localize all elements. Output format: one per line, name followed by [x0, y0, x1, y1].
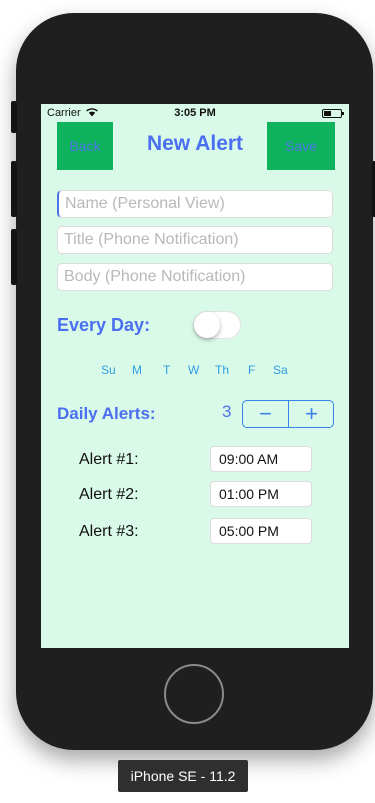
day-tuesday[interactable]: T	[163, 363, 170, 377]
save-button[interactable]: Save	[267, 122, 335, 170]
daily-alerts-label: Daily Alerts:	[57, 404, 156, 423]
battery-icon	[322, 109, 344, 118]
simulator-device-label: iPhone SE - 11.2	[118, 760, 248, 792]
alert-2-label: Alert #2:	[79, 486, 139, 503]
toggle-knob	[194, 312, 220, 338]
alert-1-label: Alert #1:	[79, 451, 139, 468]
every-day-label: Every Day:	[57, 315, 151, 335]
status-bar: Carrier 3:05 PM	[41, 104, 349, 124]
volume-down-button	[11, 229, 17, 285]
volume-up-button	[11, 161, 17, 217]
day-thursday[interactable]: Th	[215, 363, 229, 377]
status-time: 3:05 PM	[174, 107, 216, 119]
alert-3-time-field[interactable]: 05:00 PM	[210, 518, 312, 544]
alert-3-label: Alert #3:	[79, 523, 139, 540]
day-monday[interactable]: M	[132, 363, 142, 377]
alert-2-time-field[interactable]: 01:00 PM	[210, 481, 312, 507]
increment-button[interactable]: +	[289, 401, 333, 427]
mute-switch	[11, 101, 17, 133]
title-input[interactable]	[57, 226, 333, 254]
body-input[interactable]	[57, 263, 333, 291]
day-saturday[interactable]: Sa	[273, 363, 288, 377]
day-friday[interactable]: F	[248, 363, 255, 377]
alert-count: 3	[222, 402, 232, 421]
alert-1-time-field[interactable]: 09:00 AM	[210, 446, 312, 472]
every-day-toggle[interactable]	[193, 311, 241, 339]
decrement-button[interactable]: −	[243, 401, 289, 427]
name-input[interactable]	[57, 190, 333, 218]
day-wednesday[interactable]: W	[188, 363, 199, 377]
home-button[interactable]	[164, 664, 224, 724]
day-sunday[interactable]: Su	[101, 363, 116, 377]
alert-count-stepper: − +	[242, 400, 334, 428]
app-screen: Carrier 3:05 PM Back New Alert Save Ever…	[41, 104, 349, 648]
